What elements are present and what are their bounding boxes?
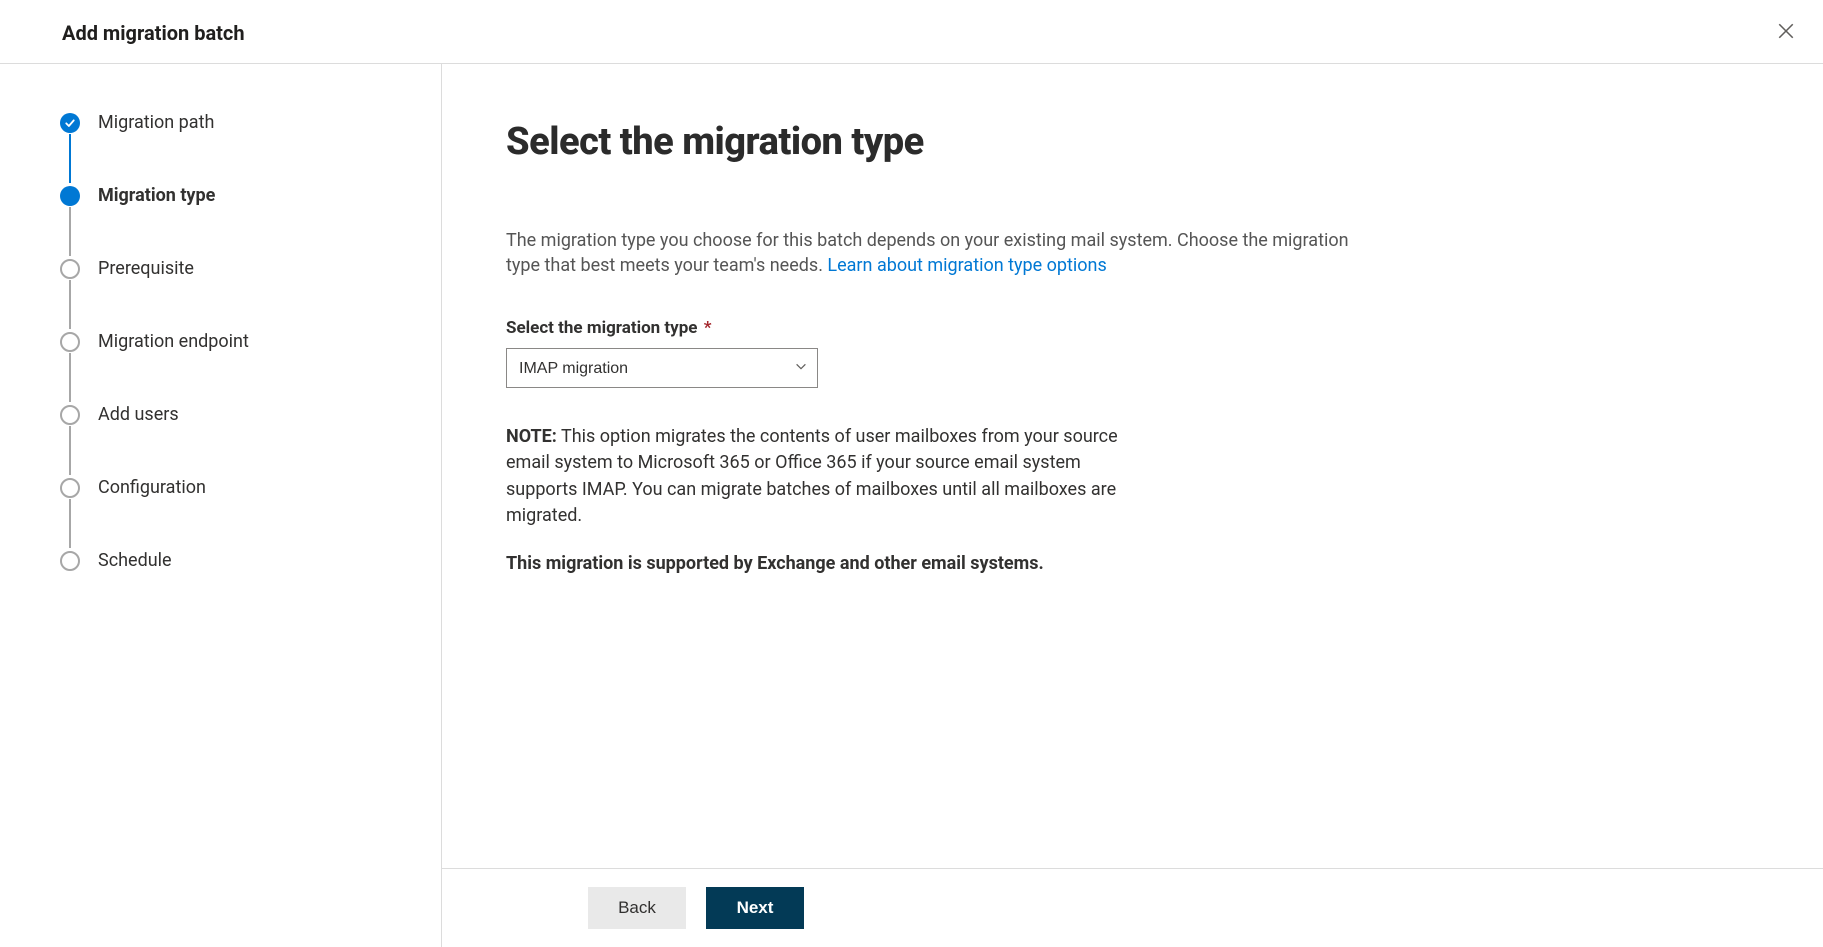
pending-step-icon (60, 551, 80, 571)
wizard-steps: Migration path Migration type Prerequisi… (60, 112, 417, 571)
migration-type-select-wrap: IMAP migration (506, 348, 818, 388)
step-label: Configuration (98, 477, 206, 498)
pending-step-icon (60, 478, 80, 498)
support-text: This migration is supported by Exchange … (506, 553, 1126, 574)
field-label-text: Select the migration type (506, 318, 697, 338)
note-label: NOTE: (506, 426, 557, 447)
check-icon (60, 113, 80, 133)
content: Select the migration type The migration … (442, 64, 1823, 868)
step-label: Schedule (98, 550, 172, 571)
pending-step-icon (60, 332, 80, 352)
step-add-users[interactable]: Add users (60, 404, 417, 477)
main: Select the migration type The migration … (442, 64, 1823, 947)
body: Migration path Migration type Prerequisi… (0, 64, 1823, 947)
step-label: Migration path (98, 112, 214, 133)
step-configuration[interactable]: Configuration (60, 477, 417, 550)
step-label: Migration endpoint (98, 331, 249, 352)
close-icon (1777, 22, 1795, 43)
migration-type-label: Select the migration type * (506, 318, 1759, 338)
required-asterisk: * (704, 318, 712, 338)
content-heading: Select the migration type (506, 120, 1759, 164)
step-migration-type[interactable]: Migration type (60, 185, 417, 258)
pending-step-icon (60, 259, 80, 279)
note-text: NOTE: This option migrates the contents … (506, 424, 1126, 528)
step-label: Migration type (98, 185, 215, 206)
pending-step-icon (60, 405, 80, 425)
migration-type-select[interactable]: IMAP migration (506, 348, 818, 388)
close-button[interactable] (1773, 18, 1799, 47)
note-body: This option migrates the contents of use… (506, 426, 1118, 525)
page-title: Add migration batch (62, 21, 245, 45)
step-label: Add users (98, 404, 179, 425)
learn-more-link[interactable]: Learn about migration type options (827, 255, 1106, 276)
wizard-page: Add migration batch Migration path (0, 0, 1823, 947)
next-button[interactable]: Next (706, 887, 804, 929)
current-step-dot-icon (60, 186, 80, 206)
wizard-steps-sidebar: Migration path Migration type Prerequisi… (0, 64, 442, 947)
header: Add migration batch (0, 0, 1823, 64)
step-migration-path[interactable]: Migration path (60, 112, 417, 185)
step-schedule[interactable]: Schedule (60, 550, 417, 571)
step-label: Prerequisite (98, 258, 194, 279)
footer: Back Next (442, 868, 1823, 947)
step-prerequisite[interactable]: Prerequisite (60, 258, 417, 331)
step-migration-endpoint[interactable]: Migration endpoint (60, 331, 417, 404)
back-button[interactable]: Back (588, 887, 686, 929)
intro-text: The migration type you choose for this b… (506, 228, 1376, 278)
